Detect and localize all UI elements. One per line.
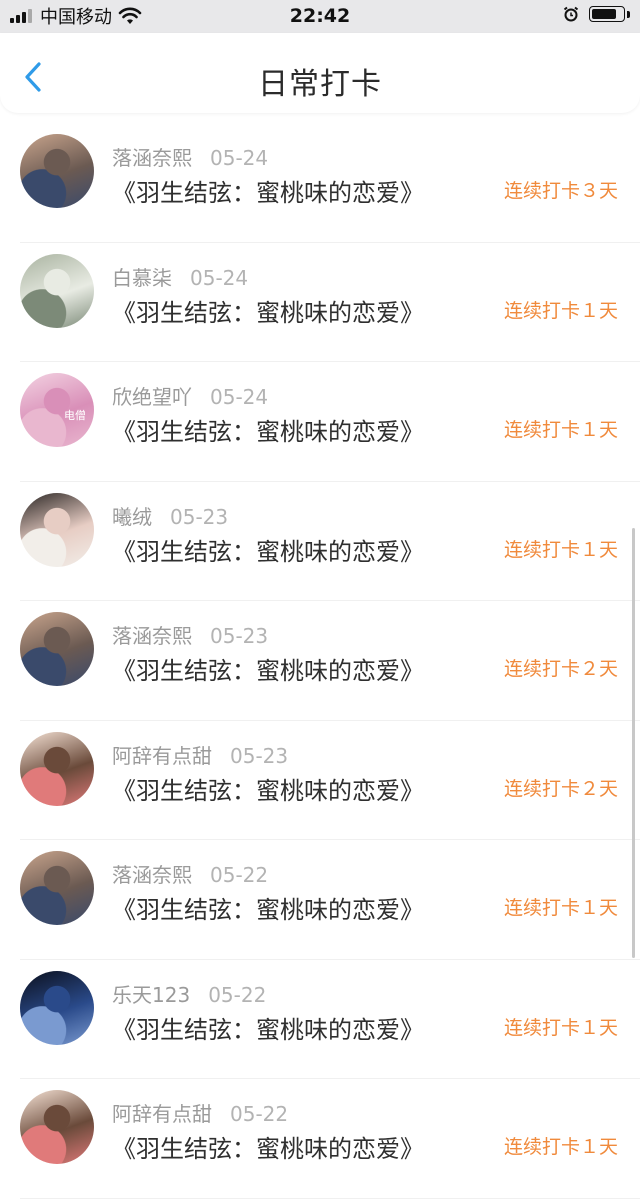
user-avatar[interactable] (20, 970, 94, 1045)
user-name[interactable]: 乐天123 (112, 983, 190, 1007)
book-title: 《羽生结弦：蜜桃味的恋爱》 (112, 298, 424, 327)
checkin-item[interactable]: 白慕柒 05-24 《羽生结弦：蜜桃味的恋爱》 连续打卡１天 (0, 243, 640, 362)
streak-label: 连续打卡２天 (503, 777, 618, 800)
user-name-row: 落涵奈熙 05-23 (112, 620, 268, 649)
user-avatar[interactable] (20, 492, 94, 567)
divider (20, 1197, 640, 1199)
avatar-caption: 电僧 (64, 409, 86, 422)
user-name[interactable]: 落涵奈熙 (112, 863, 192, 887)
user-name[interactable]: 欣绝望吖 (112, 385, 192, 409)
checkin-date: 05-23 (230, 743, 289, 768)
checkin-item[interactable]: 落涵奈熙 05-23 《羽生结弦：蜜桃味的恋爱》 连续打卡２天 (0, 601, 640, 721)
checkin-item[interactable]: 曦绒 05-23 《羽生结弦：蜜桃味的恋爱》 连续打卡１天 (0, 482, 640, 601)
scrollbar[interactable] (632, 528, 635, 958)
user-avatar[interactable]: 电僧 (20, 373, 94, 447)
user-avatar[interactable] (20, 851, 94, 925)
clock: 22:42 (289, 5, 351, 27)
checkin-date: 05-23 (170, 504, 229, 529)
book-title: 《羽生结弦：蜜桃味的恋爱》 (112, 896, 424, 924)
checkin-item[interactable]: 电僧 欣绝望吖 05-24 《羽生结弦：蜜桃味的恋爱》 连续打卡１天 (0, 362, 640, 482)
user-avatar[interactable] (20, 134, 94, 208)
status-bar: 中国移动 22:42 (0, 0, 640, 33)
user-name[interactable]: 阿辞有点甜 (112, 744, 212, 768)
checkin-item[interactable]: 阿辞有点甜 05-23 《羽生结弦：蜜桃味的恋爱》 连续打卡２天 (0, 721, 640, 840)
streak-label: 连续打卡３天 (503, 180, 618, 202)
checkin-item[interactable]: 落涵奈熙 05-24 《羽生结弦：蜜桃味的恋爱》 连续打卡３天 (0, 123, 640, 243)
checkin-date: 05-24 (210, 385, 269, 409)
page-title: 日常打卡 (258, 67, 382, 102)
checkin-date: 05-22 (208, 982, 267, 1007)
book-title: 《羽生结弦：蜜桃味的恋爱》 (112, 418, 424, 446)
user-name-row: 阿辞有点甜 05-22 (112, 1098, 288, 1127)
checkin-item[interactable]: 阿辞有点甜 05-22 《羽生结弦：蜜桃味的恋爱》 连续打卡１天 (0, 1079, 640, 1199)
book-title: 《羽生结弦：蜜桃味的恋爱》 (112, 657, 424, 685)
checkin-date: 05-22 (210, 863, 269, 887)
streak-label: 连续打卡１天 (503, 897, 618, 919)
user-name[interactable]: 落涵奈熙 (112, 146, 192, 170)
checkin-date: 05-24 (210, 146, 269, 170)
checkin-list: 落涵奈熙 05-24 《羽生结弦：蜜桃味的恋爱》 连续打卡３天白慕柒 05-24 《羽生结… (0, 123, 640, 1199)
user-name-row: 曦绒 05-23 (112, 501, 228, 530)
user-name-row: 落涵奈熙 05-22 (112, 859, 268, 888)
streak-label: 连续打卡２天 (503, 658, 618, 680)
checkin-item[interactable]: 落涵奈熙 05-22 《羽生结弦：蜜桃味的恋爱》 连续打卡１天 (0, 840, 640, 960)
streak-label: 连续打卡１天 (503, 419, 618, 441)
book-title: 《羽生结弦：蜜桃味的恋爱》 (112, 1135, 424, 1163)
book-title: 《羽生结弦：蜜桃味的恋爱》 (112, 179, 424, 207)
checkin-date: 05-22 (230, 1102, 289, 1126)
user-avatar[interactable] (20, 731, 94, 806)
battery-cap (627, 10, 630, 18)
user-name-row: 乐天123 05-22 (112, 979, 266, 1008)
user-avatar[interactable] (20, 1090, 94, 1164)
nav-bar: 日常打卡 (0, 33, 640, 113)
user-name[interactable]: 落涵奈熙 (112, 624, 192, 648)
checkin-date: 05-24 (190, 265, 249, 290)
streak-label: 连续打卡１天 (503, 538, 618, 561)
book-title: 《羽生结弦：蜜桃味的恋爱》 (112, 1015, 424, 1044)
battery-icon (589, 6, 625, 22)
user-name-row: 阿辞有点甜 05-23 (112, 740, 288, 769)
streak-label: 连续打卡１天 (503, 1136, 618, 1158)
alarm-icon (563, 6, 579, 22)
user-name-row: 白慕柒 05-24 (112, 262, 248, 291)
streak-label: 连续打卡１天 (503, 299, 618, 322)
user-avatar[interactable] (20, 612, 94, 686)
user-avatar[interactable] (20, 253, 94, 328)
book-title: 《羽生结弦：蜜桃味的恋爱》 (112, 776, 424, 805)
user-name[interactable]: 白慕柒 (112, 266, 172, 290)
book-title: 《羽生结弦：蜜桃味的恋爱》 (112, 537, 424, 566)
streak-label: 连续打卡１天 (503, 1016, 618, 1039)
user-name[interactable]: 曦绒 (112, 505, 152, 529)
user-name-row: 落涵奈熙 05-24 (112, 142, 268, 171)
checkin-item[interactable]: 乐天123 05-22 《羽生结弦：蜜桃味的恋爱》 连续打卡１天 (0, 960, 640, 1079)
user-name-row: 欣绝望吖 05-24 (112, 381, 268, 410)
user-name[interactable]: 阿辞有点甜 (112, 1102, 212, 1126)
checkin-date: 05-23 (210, 624, 269, 648)
